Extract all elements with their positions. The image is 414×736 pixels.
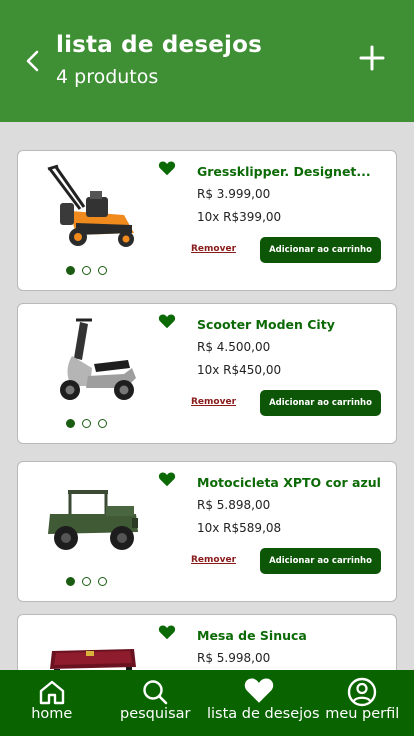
plus-icon[interactable]: [358, 44, 386, 72]
add-to-cart-button[interactable]: Adicionar ao carrinho: [260, 390, 381, 416]
carousel-dot[interactable]: [82, 419, 91, 428]
carousel-dot[interactable]: [98, 577, 107, 586]
nav-profile[interactable]: meu perfil: [311, 670, 414, 736]
product-price: R$ 3.999,00: [197, 187, 271, 201]
nav-search-label: pesquisar: [119, 706, 191, 722]
heart-icon: [244, 678, 273, 703]
add-to-cart-button[interactable]: Adicionar ao carrinho: [260, 237, 381, 263]
heart-icon[interactable]: [158, 160, 176, 176]
carousel-dot[interactable]: [82, 577, 91, 586]
scooter-image: [60, 318, 136, 400]
image-carousel-dots[interactable]: [66, 577, 107, 586]
wishlist-product-list[interactable]: Gressklipper. Designet... R$ 3.999,00 10…: [0, 122, 414, 670]
app-header: lista de desejos 4 produtos: [0, 0, 414, 122]
product-name[interactable]: Mesa de Sinuca: [197, 628, 387, 643]
product-name[interactable]: Gressklipper. Designet...: [197, 164, 387, 179]
product-card[interactable]: Scooter Moden City R$ 4.500,00 10x R$450…: [17, 303, 397, 444]
nav-profile-label: meu perfil: [325, 706, 400, 722]
search-icon: [143, 680, 168, 705]
product-price: R$ 4.500,00: [197, 340, 271, 354]
toy-jeep-image: [48, 490, 138, 550]
product-price: R$ 5.998,00: [197, 651, 271, 665]
add-to-cart-button[interactable]: Adicionar ao carrinho: [260, 548, 381, 574]
product-card[interactable]: Gressklipper. Designet... R$ 3.999,00 10…: [17, 150, 397, 291]
image-carousel-dots[interactable]: [66, 266, 107, 275]
carousel-dot[interactable]: [82, 266, 91, 275]
pool-table-image: [50, 649, 136, 670]
carousel-dot[interactable]: [66, 419, 75, 428]
remove-button[interactable]: Remover: [191, 555, 236, 565]
heart-icon[interactable]: [158, 313, 176, 329]
product-count: 4 produtos: [56, 66, 159, 88]
user-circle-icon: [348, 677, 377, 707]
product-card[interactable]: Motocicleta XPTO cor azul R$ 5.898,00 10…: [17, 461, 397, 602]
nav-home-label: home: [31, 706, 73, 722]
home-icon: [39, 680, 64, 705]
chevron-left-icon[interactable]: [22, 48, 44, 74]
product-installments: 10x R$399,00: [197, 210, 282, 224]
product-card[interactable]: Mesa de Sinuca R$ 5.998,00: [17, 614, 397, 670]
carousel-dot[interactable]: [66, 266, 75, 275]
heart-icon[interactable]: [158, 624, 176, 640]
image-carousel-dots[interactable]: [66, 419, 107, 428]
product-installments: 10x R$450,00: [197, 363, 282, 377]
lawn-mower-image: [47, 164, 134, 247]
product-name[interactable]: Scooter Moden City: [197, 317, 387, 332]
nav-wishlist[interactable]: lista de desejos: [207, 670, 320, 736]
nav-home[interactable]: home: [0, 670, 104, 736]
product-price: R$ 5.898,00: [197, 498, 271, 512]
carousel-dot[interactable]: [98, 266, 107, 275]
carousel-dot[interactable]: [98, 419, 107, 428]
carousel-dot[interactable]: [66, 577, 75, 586]
product-installments: 10x R$589,08: [197, 521, 282, 535]
remove-button[interactable]: Remover: [191, 244, 236, 254]
nav-search[interactable]: pesquisar: [104, 670, 208, 736]
remove-button[interactable]: Remover: [191, 397, 236, 407]
page-title: lista de desejos: [56, 32, 262, 58]
bottom-navigation: home pesquisar lista de desejos meu perf…: [0, 670, 414, 736]
product-name[interactable]: Motocicleta XPTO cor azul: [197, 475, 387, 490]
nav-wishlist-label: lista de desejos: [207, 706, 320, 722]
heart-icon[interactable]: [158, 471, 176, 487]
